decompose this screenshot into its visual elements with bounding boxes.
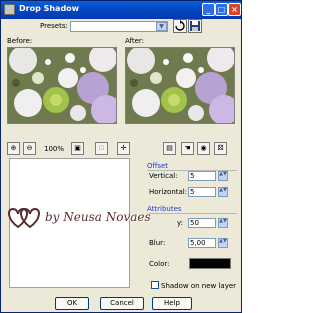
zoom-out-icon: ⊖ [26, 144, 33, 152]
blur-spinner[interactable]: ▲▼ [218, 238, 228, 248]
watermark-text: by Neusa Novaes [45, 210, 151, 224]
horizontal-spinner[interactable]: ▲▼ [218, 187, 228, 197]
hand-icon: ☚ [184, 144, 191, 152]
horizontal-label: Horizontal: [149, 188, 188, 196]
save-preset-button[interactable] [188, 19, 202, 33]
zoom-actual-button[interactable]: ⊡ [95, 142, 108, 155]
drop-shadow-dialog: Drop Shadow _ □ × Presets: ▼ Before: Aft… [0, 0, 242, 313]
minimize-button[interactable]: _ [202, 3, 215, 16]
close-button[interactable]: × [228, 3, 241, 16]
zoom-level: 100% [44, 145, 65, 153]
blur-label: Blur: [149, 239, 166, 247]
randomize-button[interactable]: ⚄ [214, 142, 227, 155]
zoom-fit-icon: ▣ [74, 144, 81, 152]
watermark-signature: by Neusa Novaes [5, 205, 177, 231]
layout-icon: ▤ [166, 144, 173, 152]
cancel-button[interactable]: Cancel [100, 297, 144, 310]
reset-button[interactable] [173, 19, 187, 33]
after-preview[interactable] [125, 47, 235, 124]
reset-icon [175, 20, 185, 31]
chevron-down-icon[interactable]: ▼ [156, 22, 167, 31]
pan-icon: ✛ [120, 144, 127, 152]
shadow-color-swatch[interactable] [189, 258, 231, 269]
color-label: Color: [149, 260, 170, 268]
window-title: Drop Shadow [19, 4, 80, 13]
before-label: Before: [7, 37, 33, 45]
eye-icon: ◉ [200, 144, 207, 152]
drop-shadow-icon [4, 4, 15, 15]
help-button[interactable]: Help [152, 297, 192, 310]
blur-input[interactable]: 5,00 [188, 238, 216, 248]
title-bar[interactable]: Drop Shadow _ □ × [1, 1, 241, 19]
before-preview[interactable] [7, 47, 117, 124]
zoom-in-icon: ⊕ [10, 144, 17, 152]
vertical-input[interactable]: 5 [188, 171, 216, 181]
after-label: After: [125, 37, 145, 45]
zoom-out-button[interactable]: ⊖ [23, 142, 36, 155]
opacity-input[interactable]: 50 [188, 218, 216, 228]
save-icon [190, 21, 200, 31]
vertical-label: Vertical: [149, 172, 178, 180]
zoom-fit-button[interactable]: ▣ [71, 142, 84, 155]
flower-image [126, 48, 234, 123]
layout-toggle-button[interactable]: ▤ [163, 142, 176, 155]
vertical-spinner[interactable]: ▲▼ [218, 171, 228, 181]
zoom-actual-icon: ⊡ [98, 144, 105, 152]
pan-button[interactable]: ✛ [117, 142, 130, 155]
hand-tool-button[interactable]: ☚ [181, 142, 194, 155]
offset-header: Offset [147, 162, 169, 170]
presets-dropdown[interactable] [70, 21, 168, 32]
presets-label: Presets: [40, 22, 68, 30]
eye-toggle-button[interactable]: ◉ [197, 142, 210, 155]
shadow-on-new-layer-label: Shadow on new layer [161, 282, 237, 290]
opacity-spinner[interactable]: ▲▼ [218, 218, 228, 228]
ok-button[interactable]: OK [55, 297, 89, 310]
zoom-in-button[interactable]: ⊕ [7, 142, 20, 155]
shadow-on-new-layer-checkbox[interactable] [151, 281, 159, 289]
maximize-button[interactable]: □ [215, 3, 228, 16]
dice-icon: ⚄ [217, 144, 224, 152]
opacity-label: y: [177, 219, 183, 227]
horizontal-input[interactable]: 5 [188, 187, 216, 197]
flower-image [8, 48, 116, 123]
